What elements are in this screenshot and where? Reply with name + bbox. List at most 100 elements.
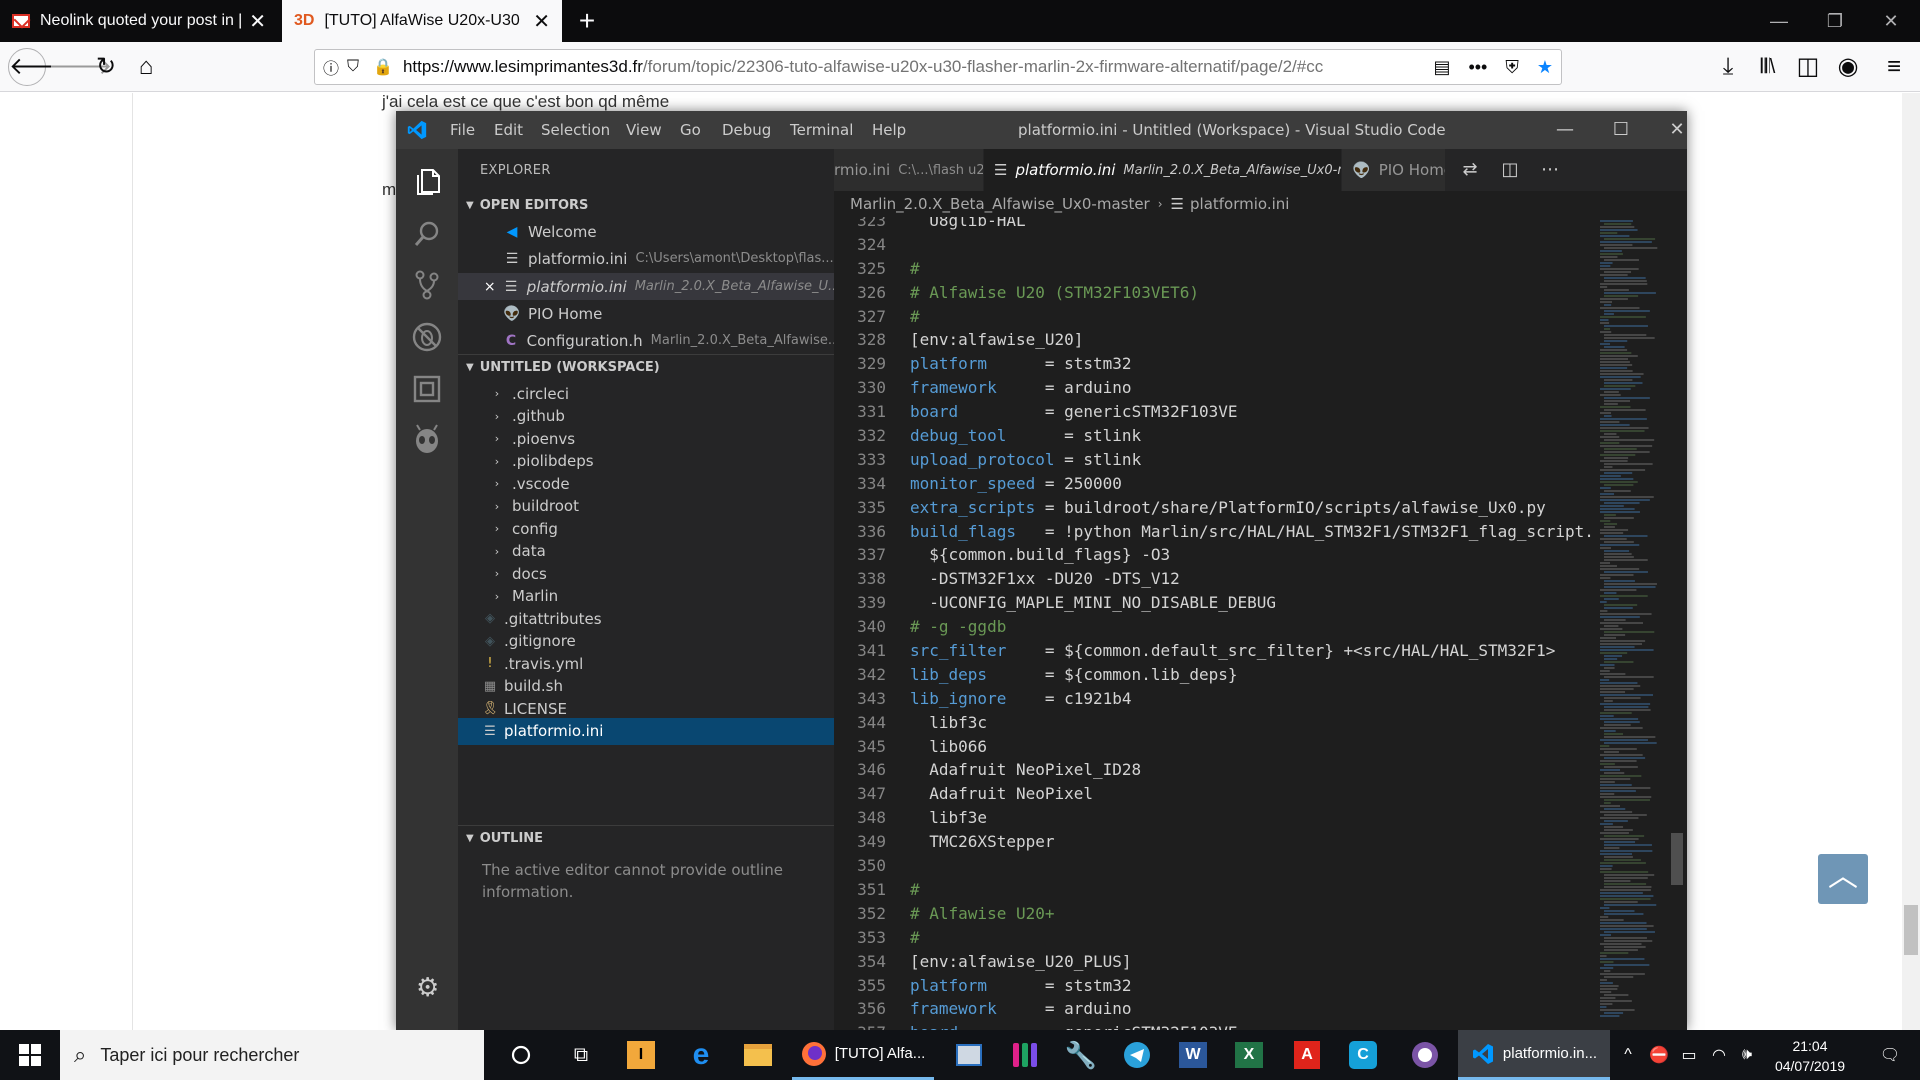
- search-icon[interactable]: [396, 208, 458, 260]
- outlook-icon[interactable]: [948, 1030, 990, 1080]
- page-scrollbar-thumb[interactable]: [1904, 905, 1918, 955]
- url-text[interactable]: https://www.lesimprimantes3d.fr/forum/to…: [403, 57, 1415, 77]
- breadcrumb-folder[interactable]: Marlin_2.0.X_Beta_Alfawise_Ux0-master: [850, 195, 1150, 213]
- editor-scrollbar-thumb[interactable]: [1671, 833, 1683, 885]
- excel-icon[interactable]: X: [1228, 1030, 1270, 1080]
- menu-go[interactable]: Go: [680, 121, 701, 139]
- debug-icon[interactable]: [396, 311, 458, 363]
- open-editor-pio-home[interactable]: 👽 PIO Home: [458, 300, 834, 327]
- open-editor-platformio-marlin[interactable]: × ☰ platformio.ini Marlin_2.0.X_Beta_Alf…: [458, 273, 834, 300]
- menu-terminal[interactable]: Terminal: [790, 121, 853, 139]
- shield-icon[interactable]: ⛉: [347, 58, 359, 76]
- back-button[interactable]: 🡐: [8, 48, 73, 86]
- downloads-icon[interactable]: ⤓: [1710, 50, 1746, 84]
- code-line[interactable]: 337 ${common.build_flags} -O3: [834, 543, 1594, 567]
- code-line[interactable]: 331 board = genericSTM32F103VE: [834, 400, 1594, 424]
- close-window-icon[interactable]: ✕: [1654, 115, 1687, 145]
- code-line[interactable]: 355 platform = ststm32: [834, 974, 1594, 998]
- explorer-files-icon[interactable]: [396, 156, 458, 208]
- code-line[interactable]: 352 # Alfawise U20+: [834, 902, 1594, 926]
- lock-icon[interactable]: 🔒: [373, 57, 393, 77]
- more-actions-icon[interactable]: ⋯: [1536, 157, 1564, 183]
- app-i-icon[interactable]: I: [620, 1030, 662, 1080]
- gear-icon[interactable]: ⚙: [416, 973, 439, 1003]
- bookmark-star-icon[interactable]: ★: [1537, 57, 1553, 78]
- code-line[interactable]: 338 -DSTM32F1xx -DU20 -DTS_V12: [834, 567, 1594, 591]
- page-scrollbar[interactable]: [1902, 93, 1920, 1030]
- close-tab-icon[interactable]: ✕: [533, 9, 550, 34]
- platformio-alien-icon[interactable]: [396, 413, 458, 465]
- menu-view[interactable]: View: [626, 121, 662, 139]
- reader-view-icon[interactable]: ▤: [1433, 57, 1450, 78]
- windows-start-button[interactable]: [0, 1030, 60, 1080]
- home-icon[interactable]: ⌂: [128, 50, 164, 84]
- extensions-icon[interactable]: [396, 363, 458, 415]
- github-icon[interactable]: [1404, 1030, 1446, 1080]
- maximize-icon[interactable]: ☐: [1598, 115, 1644, 145]
- vscode-taskbar-button[interactable]: platformio.in...: [1458, 1030, 1610, 1080]
- taskbar-search-input[interactable]: ⌕ Taper ici pour rechercher: [60, 1030, 484, 1080]
- browser-tab-gmail[interactable]: Neolink quoted your post in [D ✕: [0, 0, 278, 42]
- tree-item-platformio-ini[interactable]: ☰ platformio.ini: [458, 717, 834, 745]
- breadcrumb-file[interactable]: platformio.ini: [1190, 195, 1289, 213]
- pocket-icon[interactable]: ⛨: [1505, 57, 1519, 78]
- compare-changes-icon[interactable]: ⇄: [1456, 157, 1484, 183]
- menu-edit[interactable]: Edit: [494, 121, 523, 139]
- acrobat-icon[interactable]: A: [1286, 1030, 1328, 1080]
- code-line[interactable]: 339 -UCONFIG_MAPLE_MINI_NO_DISABLE_DEBUG: [834, 591, 1594, 615]
- edge-icon[interactable]: e: [680, 1030, 722, 1080]
- outline-header[interactable]: ▼ OUTLINE: [458, 825, 834, 851]
- minimize-icon[interactable]: —: [1542, 115, 1588, 145]
- code-line[interactable]: 353 #: [834, 926, 1594, 950]
- code-line[interactable]: 349 TMC26XStepper: [834, 830, 1594, 854]
- split-editor-icon[interactable]: ◫: [1496, 157, 1524, 183]
- code-line[interactable]: 344 libf3c: [834, 711, 1594, 735]
- code-line[interactable]: 341 src_filter = ${common.default_src_fil…: [834, 639, 1594, 663]
- cortana-icon[interactable]: [500, 1030, 542, 1080]
- menu-help[interactable]: Help: [872, 121, 906, 139]
- code-line[interactable]: 354 [env:alfawise_U20_PLUS]: [834, 950, 1594, 974]
- code-line[interactable]: 330 framework = arduino: [834, 376, 1594, 400]
- code-line[interactable]: 325 #: [834, 257, 1594, 281]
- wifi-icon[interactable]: ◠: [1704, 1030, 1734, 1080]
- system-clock[interactable]: 21:04 04/07/2019: [1760, 1030, 1860, 1080]
- tab-platformio-marlin[interactable]: ☰ platformio.ini Marlin_2.0.X_Beta_Alfaw…: [984, 149, 1342, 191]
- app-bars-icon[interactable]: [1004, 1030, 1046, 1080]
- open-editor-welcome[interactable]: ◀ Welcome: [458, 218, 834, 245]
- browser-tab-tuto[interactable]: 3D [TUTO] AlfaWise U20x-U30 : Fla ✕: [282, 0, 562, 42]
- account-icon[interactable]: ◉: [1830, 50, 1866, 84]
- editor-scrollbar[interactable]: [1669, 217, 1683, 1030]
- code-line[interactable]: 326 # Alfawise U20 (STM32F103VET6): [834, 281, 1594, 305]
- code-line[interactable]: 345 lib066: [834, 735, 1594, 759]
- library-icon[interactable]: 𝄃𝄃\: [1750, 50, 1786, 84]
- menu-icon[interactable]: ≡: [1876, 50, 1912, 84]
- forward-button[interactable]: 🡒: [48, 50, 112, 84]
- chevron-up-icon[interactable]: ^: [1614, 1030, 1642, 1080]
- word-icon[interactable]: W: [1172, 1030, 1214, 1080]
- url-bar[interactable]: ⓘ ⛉ 🔒 https://www.lesimprimantes3d.fr/fo…: [314, 49, 1562, 85]
- telegram-icon[interactable]: [1116, 1030, 1158, 1080]
- open-editor-platformio-local[interactable]: ☰ platformio.ini C:\Users\amont\Desktop\…: [458, 245, 834, 272]
- menu-selection[interactable]: Selection: [541, 121, 610, 139]
- open-editor-configuration-h[interactable]: C Configuration.h Marlin_2.0.X_Beta_Alfa…: [458, 327, 834, 354]
- workspace-header[interactable]: ▼ UNTITLED (WORKSPACE): [458, 354, 834, 380]
- volume-icon[interactable]: 🕪: [1734, 1030, 1760, 1080]
- source-control-icon[interactable]: [396, 259, 458, 311]
- code-line[interactable]: 335 extra_scripts = buildroot/share/Platf…: [834, 496, 1594, 520]
- close-icon[interactable]: ×: [480, 279, 499, 295]
- code-line[interactable]: 323 U8glib-HAL: [834, 217, 1594, 233]
- open-editors-header[interactable]: ▼ OPEN EDITORS: [458, 192, 834, 218]
- code-line[interactable]: 347 Adafruit NeoPixel: [834, 782, 1594, 806]
- code-line[interactable]: 332 debug_tool = stlink: [834, 424, 1594, 448]
- code-line[interactable]: 356 framework = arduino: [834, 997, 1594, 1021]
- code-line[interactable]: 340 # -g -ggdb: [834, 615, 1594, 639]
- minimize-icon[interactable]: —: [1750, 0, 1808, 42]
- tools-icon[interactable]: 🔧: [1060, 1030, 1102, 1080]
- info-icon[interactable]: ⓘ: [323, 55, 339, 79]
- reload-icon[interactable]: ↻: [88, 50, 124, 84]
- tab-pio-home[interactable]: 👽 PIO Home: [1342, 149, 1446, 191]
- file-explorer-icon[interactable]: [736, 1030, 780, 1080]
- firefox-icon[interactable]: [TUTO] Alfa...: [792, 1030, 934, 1080]
- code-line[interactable]: 342 lib_deps = ${common.lib_deps}: [834, 663, 1594, 687]
- new-tab-button[interactable]: +: [570, 4, 604, 38]
